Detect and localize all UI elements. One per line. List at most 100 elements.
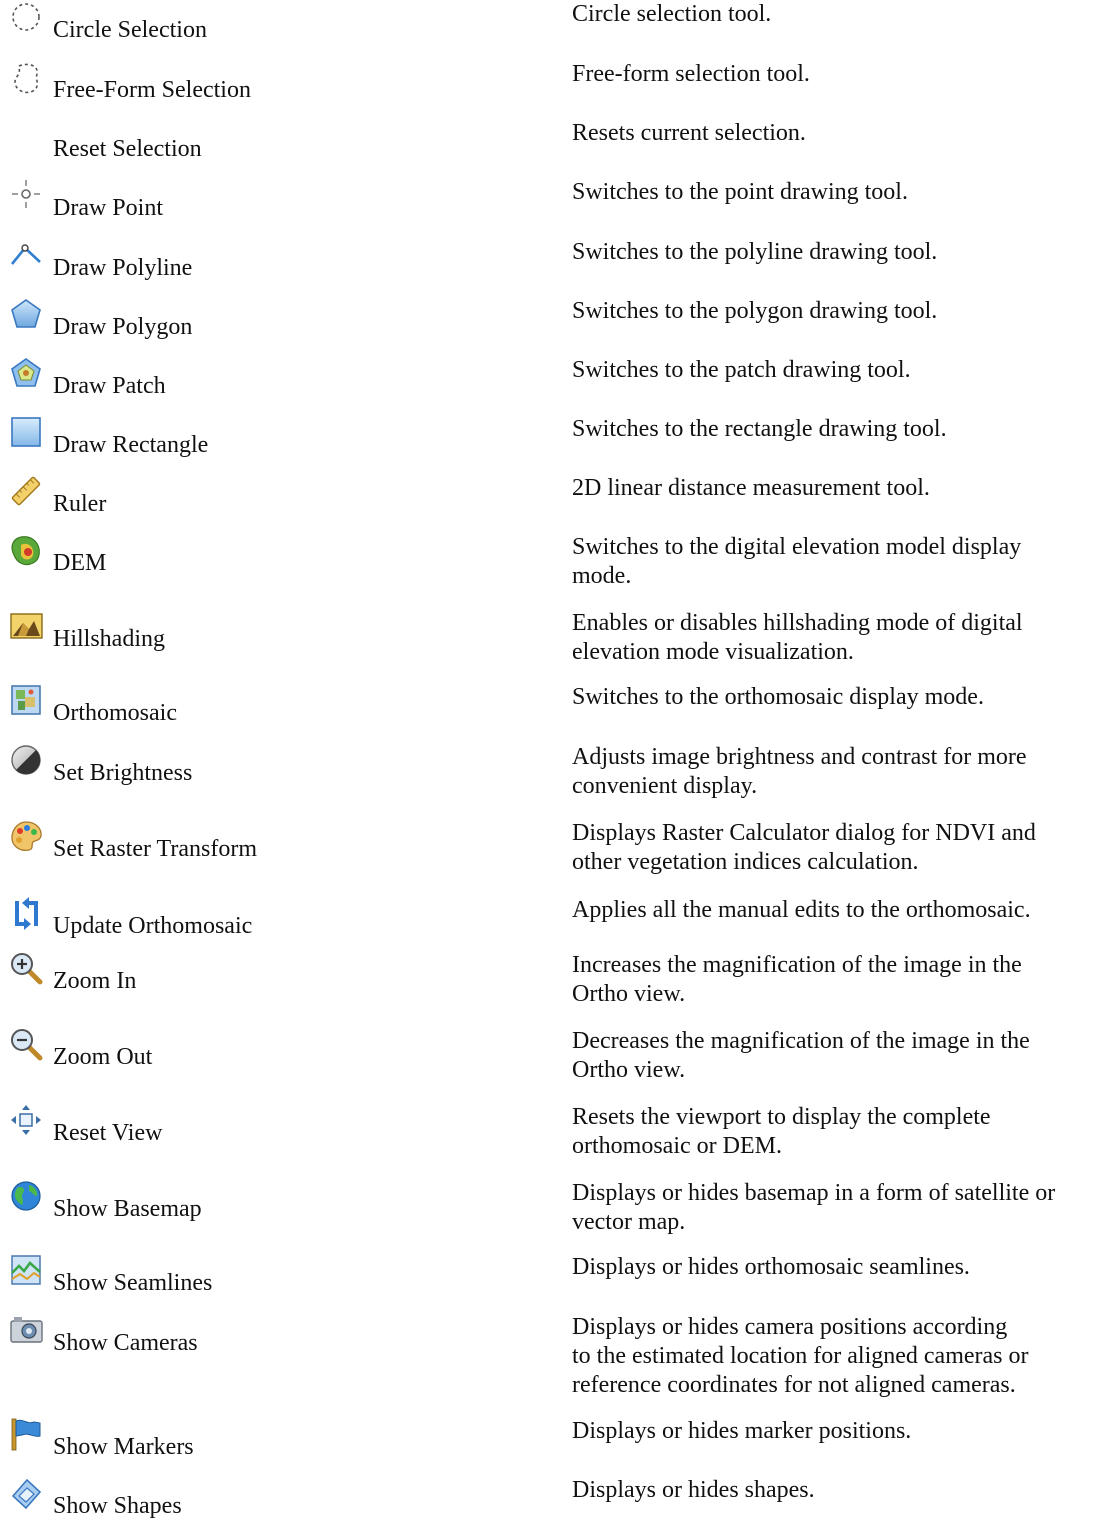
description-line: Ortho view.	[572, 981, 686, 1007]
description-line: reference coordinates for not aligned ca…	[572, 1372, 1016, 1398]
command-cell: Circle Selection	[9, 0, 529, 60]
command-description: Applies all the manual edits to the orth…	[572, 896, 1112, 925]
description-line: elevation mode visualization.	[572, 639, 854, 665]
camera-icon	[9, 1313, 45, 1349]
command-label: Show Markers	[53, 1434, 194, 1460]
draw-polygon-icon	[9, 297, 45, 333]
ruler-icon	[9, 474, 45, 510]
draw-rectangle-icon	[9, 415, 45, 451]
command-cell: Zoom Out	[9, 1027, 529, 1087]
update-icon	[9, 896, 45, 932]
reset-view-icon	[9, 1103, 45, 1139]
description-line: 2D linear distance measurement tool.	[572, 475, 930, 501]
circle-selection-icon	[9, 0, 45, 36]
command-label: Draw Polyline	[53, 255, 193, 281]
command-label: Reset Selection	[53, 136, 202, 162]
command-description: Switches to the polyline drawing tool.	[572, 238, 1112, 267]
command-description: Switches to the digital elevation model …	[572, 533, 1112, 591]
command-cell: Reset Selection	[9, 119, 529, 179]
command-label: Hillshading	[53, 626, 165, 652]
command-label: Free-Form Selection	[53, 77, 251, 103]
command-label: Orthomosaic	[53, 700, 177, 726]
command-label: Zoom Out	[53, 1044, 153, 1070]
command-cell: Ruler	[9, 474, 529, 534]
description-line: Switches to the digital elevation model …	[572, 534, 1022, 560]
description-line: Switches to the point drawing tool.	[572, 179, 908, 205]
globe-icon	[9, 1179, 45, 1215]
draw-patch-icon	[9, 356, 45, 392]
description-line: Switches to the orthomosaic display mode…	[572, 684, 984, 710]
command-description: Enables or disables hillshading mode of …	[572, 609, 1112, 667]
command-description: Displays or hides orthomosaic seamlines.	[572, 1253, 1112, 1282]
command-description: Free-form selection tool.	[572, 60, 1112, 89]
command-label: Show Cameras	[53, 1330, 198, 1356]
command-description: Switches to the polygon drawing tool.	[572, 297, 1112, 326]
description-line: Increases the magnification of the image…	[572, 952, 1022, 978]
command-description: Displays or hides shapes.	[572, 1476, 1112, 1505]
palette-icon	[9, 819, 45, 855]
description-line: Resets the viewport to display the compl…	[572, 1104, 991, 1130]
command-cell: Show Basemap	[9, 1179, 529, 1239]
command-cell: Draw Rectangle	[9, 415, 529, 475]
command-cell: Show Shapes	[9, 1476, 529, 1536]
command-cell: Draw Point	[9, 178, 529, 238]
description-line: Free-form selection tool.	[572, 61, 810, 87]
description-line: Resets current selection.	[572, 120, 806, 146]
seamlines-icon	[9, 1253, 45, 1289]
free-form-selection-icon	[9, 60, 45, 96]
command-description: Decreases the magnification of the image…	[572, 1027, 1112, 1085]
draw-point-icon	[9, 178, 45, 214]
description-line: Switches to the polygon drawing tool.	[572, 298, 938, 324]
command-label: DEM	[53, 550, 107, 576]
description-line: Displays or hides marker positions.	[572, 1418, 912, 1444]
description-line: Switches to the patch drawing tool.	[572, 357, 911, 383]
description-line: Displays or hides shapes.	[572, 1477, 815, 1503]
description-line: vector map.	[572, 1209, 686, 1235]
command-description: Switches to the point drawing tool.	[572, 178, 1112, 207]
command-label: Show Basemap	[53, 1196, 202, 1222]
command-cell: Show Markers	[9, 1417, 529, 1477]
command-cell: Draw Patch	[9, 356, 529, 416]
description-line: Displays or hides orthomosaic seamlines.	[572, 1254, 970, 1280]
command-description: Adjusts image brightness and contrast fo…	[572, 743, 1112, 801]
description-line: Adjusts image brightness and contrast fo…	[572, 744, 1027, 770]
description-line: Displays or hides camera positions accor…	[572, 1314, 1008, 1340]
hillshading-icon	[9, 609, 45, 645]
description-line: other vegetation indices calculation.	[572, 849, 919, 875]
command-label: Circle Selection	[53, 17, 207, 43]
command-label: Set Raster Transform	[53, 836, 257, 862]
draw-polyline-icon	[9, 238, 45, 274]
brightness-icon	[9, 743, 45, 779]
description-line: Circle selection tool.	[572, 1, 772, 27]
command-cell: Zoom In	[9, 951, 529, 1011]
command-description: Displays or hides camera positions accor…	[572, 1313, 1112, 1400]
zoom-out-icon	[9, 1027, 45, 1063]
description-line: Enables or disables hillshading mode of …	[572, 610, 1023, 636]
description-line: orthomosaic or DEM.	[572, 1133, 782, 1159]
description-line: Decreases the magnification of the image…	[572, 1028, 1030, 1054]
description-line: Ortho view.	[572, 1057, 686, 1083]
command-label: Reset View	[53, 1120, 163, 1146]
description-line: Switches to the polyline drawing tool.	[572, 239, 938, 265]
command-cell: Set Raster Transform	[9, 819, 529, 879]
command-description: Resets the viewport to display the compl…	[572, 1103, 1112, 1161]
dem-icon	[9, 533, 45, 569]
command-description: Circle selection tool.	[572, 0, 1112, 29]
command-cell: Free-Form Selection	[9, 60, 529, 120]
command-description: Resets current selection.	[572, 119, 1112, 148]
command-label: Ruler	[53, 491, 107, 517]
orthomosaic-icon	[9, 683, 45, 719]
command-description: 2D linear distance measurement tool.	[572, 474, 1112, 503]
command-label: Draw Patch	[53, 373, 166, 399]
zoom-in-icon	[9, 951, 45, 987]
command-cell: Show Seamlines	[9, 1253, 529, 1313]
command-cell: Set Brightness	[9, 743, 529, 803]
description-line: Switches to the rectangle drawing tool.	[572, 416, 947, 442]
command-cell: Show Cameras	[9, 1313, 529, 1373]
command-description: Displays or hides basemap in a form of s…	[572, 1179, 1112, 1237]
command-label: Draw Rectangle	[53, 432, 209, 458]
command-cell: Reset View	[9, 1103, 529, 1163]
description-line: to the estimated location for aligned ca…	[572, 1343, 1029, 1369]
command-description: Switches to the patch drawing tool.	[572, 356, 1112, 385]
command-label: Zoom In	[53, 968, 137, 994]
